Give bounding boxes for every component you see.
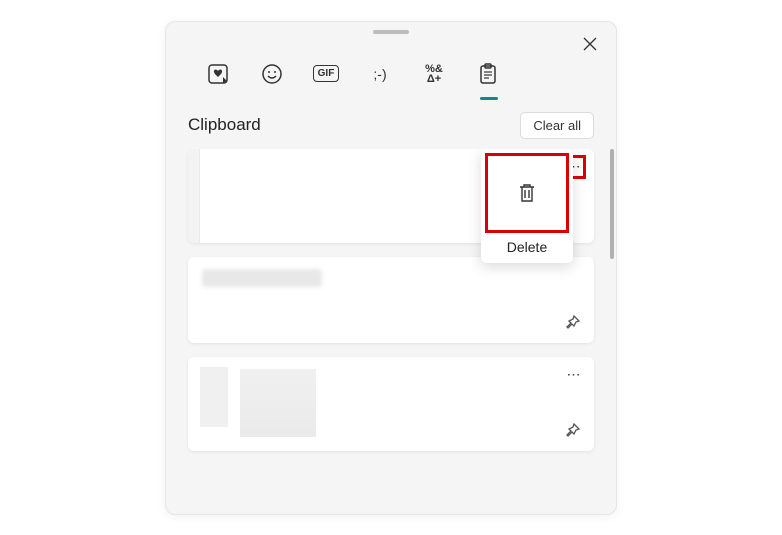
sticker-heart-icon <box>207 63 229 85</box>
tab-symbols[interactable]: %& Δ+ <box>420 60 448 88</box>
pin-icon <box>564 423 580 439</box>
item-thumbnail <box>240 369 316 437</box>
tab-emoji[interactable] <box>258 60 286 88</box>
tab-kaomoji[interactable]: ;-) <box>366 60 394 88</box>
tab-gif[interactable]: GIF <box>312 60 340 88</box>
pin-button[interactable] <box>560 419 584 443</box>
close-icon <box>583 37 597 51</box>
clear-all-button[interactable]: Clear all <box>520 112 594 139</box>
pin-button[interactable] <box>560 311 584 335</box>
context-menu: Delete <box>481 149 573 263</box>
trash-icon <box>517 182 537 204</box>
more-options-button[interactable]: ⋯ <box>562 363 586 387</box>
page-title: Clipboard <box>188 115 261 135</box>
more-icon: ⋯ <box>567 366 582 383</box>
category-tabs: GIF ;-) %& Δ+ <box>166 42 616 98</box>
pin-icon <box>564 315 580 331</box>
section-header: Clipboard Clear all <box>166 98 616 149</box>
item-text-preview <box>202 269 322 287</box>
kaomoji-icon: ;-) <box>373 66 386 82</box>
symbols-icon: %& Δ+ <box>425 64 443 84</box>
drag-handle[interactable] <box>373 30 409 34</box>
clipboard-list: ⋯ Delete ⋯ <box>166 149 616 499</box>
tab-recent[interactable] <box>204 60 232 88</box>
delete-label: Delete <box>481 239 573 255</box>
close-button[interactable] <box>578 32 602 56</box>
smiley-icon <box>261 63 283 85</box>
delete-menu-item[interactable] <box>485 153 569 233</box>
item-thumbnail <box>188 149 200 243</box>
emoji-clipboard-panel: GIF ;-) %& Δ+ Clipboard Clear all ⋯ <box>165 21 617 515</box>
item-thumbnail <box>200 367 228 427</box>
clipboard-item[interactable]: ⋯ <box>188 357 594 451</box>
gif-icon: GIF <box>313 65 340 82</box>
clipboard-icon <box>478 63 498 85</box>
clipboard-item[interactable] <box>188 257 594 343</box>
scrollbar[interactable] <box>610 149 614 259</box>
tab-clipboard[interactable] <box>474 60 502 88</box>
